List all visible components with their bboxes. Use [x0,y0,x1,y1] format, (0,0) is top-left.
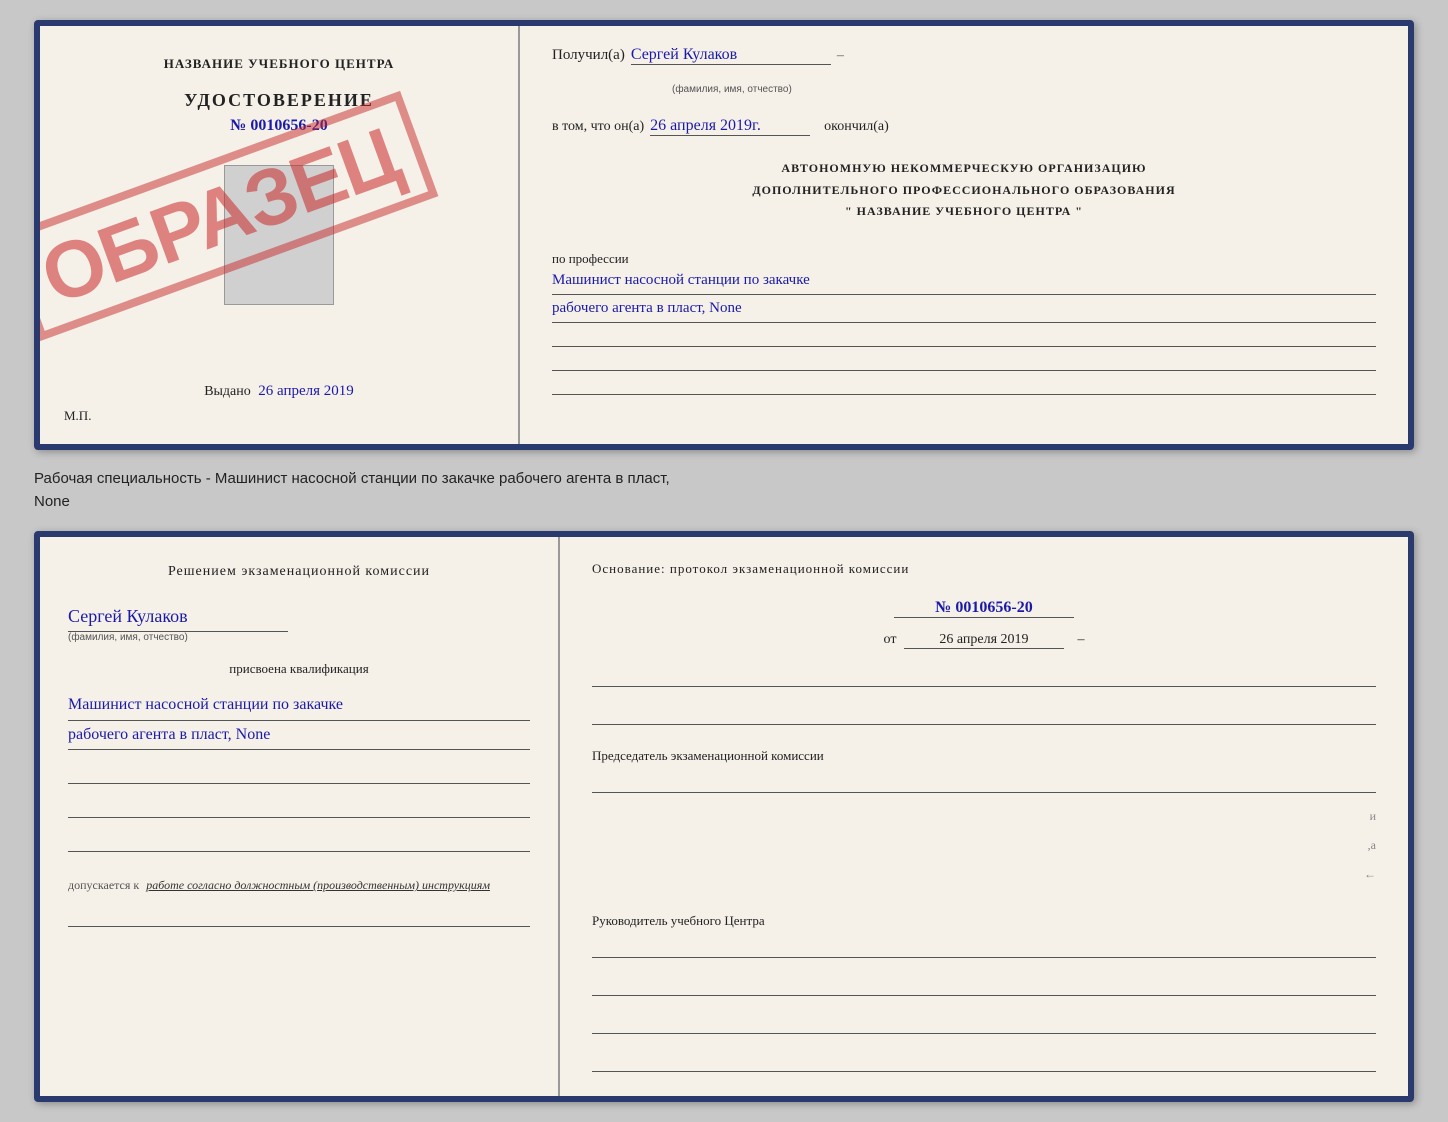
right-blank-2 [592,705,1376,725]
qual-line2: рабочего агента в пласт, None [68,721,530,751]
director-label: Руководитель учебного Центра [592,912,1376,930]
dash-after-date: – [1077,632,1084,647]
dash-line-2 [552,351,1376,371]
right-blank-5 [592,1052,1376,1072]
profession-label: по профессии [552,251,1376,267]
org-line2: ДОПОЛНИТЕЛЬНОГО ПРОФЕССИОНАЛЬНОГО ОБРАЗО… [552,180,1376,202]
org-line1: АВТОНОМНУЮ НЕКОММЕРЧЕСКУЮ ОРГАНИЗАЦИЮ [552,158,1376,180]
bottom-right-panel: Основание: протокол экзаменационной коми… [560,537,1408,1096]
blank-line-3 [68,832,530,852]
blank-line-1 [68,764,530,784]
person-name: Сергей Кулаков [68,602,288,632]
profession-line1: Машинист насосной станции по закачке [552,267,1376,295]
protocol-date: от 26 апреля 2019 – [592,632,1376,649]
received-name: Сергей Кулаков [631,46,831,65]
right-blank-1 [592,667,1376,687]
vertical-note-arrow: ← [1364,867,1376,881]
qual-line1: Машинист насосной станции по закачке [68,691,530,721]
chairman-sig-line [592,769,1376,793]
photo-placeholder [224,165,334,305]
issued-date: 26 апреля 2019 [258,383,354,399]
vertical-note-а: ,а [1368,838,1376,852]
profession-line2: рабочего агента в пласт, None [552,295,1376,323]
received-label: Получил(а) [552,47,625,64]
right-blank-3 [592,976,1376,996]
protocol-date-value: 26 апреля 2019 [904,632,1064,649]
dash-line-1 [552,327,1376,347]
dash-line-3 [552,375,1376,395]
chairman-label: Председатель экзаменационной комиссии [592,747,1376,765]
between-line1: Рабочая специальность - Машинист насосно… [34,468,1414,491]
допускается-block: допускается к работе согласно должностны… [68,878,530,893]
protocol-number: № 0010656-20 [894,599,1074,618]
blank-line-2 [68,798,530,818]
issued-label: Выдано [204,384,251,399]
допускается-text: работе согласно должностным (производств… [146,878,490,892]
director-sig-line [592,934,1376,958]
cert-number: № 0010656-20 [230,117,327,135]
center-name-top: НАЗВАНИЕ УЧЕБНОГО ЦЕНТРА [164,56,395,72]
blank-line-допускается [68,907,530,927]
decision-title: Решением экзаменационной комиссии [68,561,530,582]
name-hint: (фамилия, имя, отчество) [68,632,530,643]
in-that-label: в том, что он(а) [552,119,644,135]
org-block: АВТОНОМНУЮ НЕКОММЕРЧЕСКУЮ ОРГАНИЗАЦИЮ ДО… [552,158,1376,223]
date-prefix: от [884,632,897,647]
finished-label: окончил(а) [824,119,889,135]
top-certificate: НАЗВАНИЕ УЧЕБНОГО ЦЕНТРА ОБРАЗЕЦ УДОСТОВ… [34,20,1414,450]
cert-right-panel: Получил(а) Сергей Кулаков – (фамилия, им… [520,26,1408,444]
mp-label: М.П. [64,408,91,424]
director-block: Руководитель учебного Центра [592,912,1376,958]
cert-label: УДОСТОВЕРЕНИЕ [184,90,374,111]
date-value: 26 апреля 2019г. [650,117,810,136]
between-text-block: Рабочая специальность - Машинист насосно… [34,468,1414,513]
допускается-prefix: допускается к [68,878,139,892]
issued-line: Выдано 26 апреля 2019 [204,373,354,400]
received-field: Получил(а) Сергей Кулаков – [552,46,1376,65]
in-that-field: в том, что он(а) 26 апреля 2019г. окончи… [552,117,1376,136]
assigned-label: присвоена квалификация [68,661,530,677]
between-line2: None [34,491,1414,514]
bottom-left-panel: Решением экзаменационной комиссии Сергей… [40,537,560,1096]
right-blank-4 [592,1014,1376,1034]
chairman-block: Председатель экзаменационной комиссии [592,747,1376,793]
org-line3: " НАЗВАНИЕ УЧЕБНОГО ЦЕНТРА " [552,201,1376,223]
vertical-note-и: и [1370,809,1376,823]
received-hint: (фамилия, имя, отчество) [672,84,792,95]
bottom-certificate: Решением экзаменационной комиссии Сергей… [34,531,1414,1102]
basis-label: Основание: протокол экзаменационной коми… [592,561,1376,577]
cert-left-panel: НАЗВАНИЕ УЧЕБНОГО ЦЕНТРА ОБРАЗЕЦ УДОСТОВ… [40,26,520,444]
